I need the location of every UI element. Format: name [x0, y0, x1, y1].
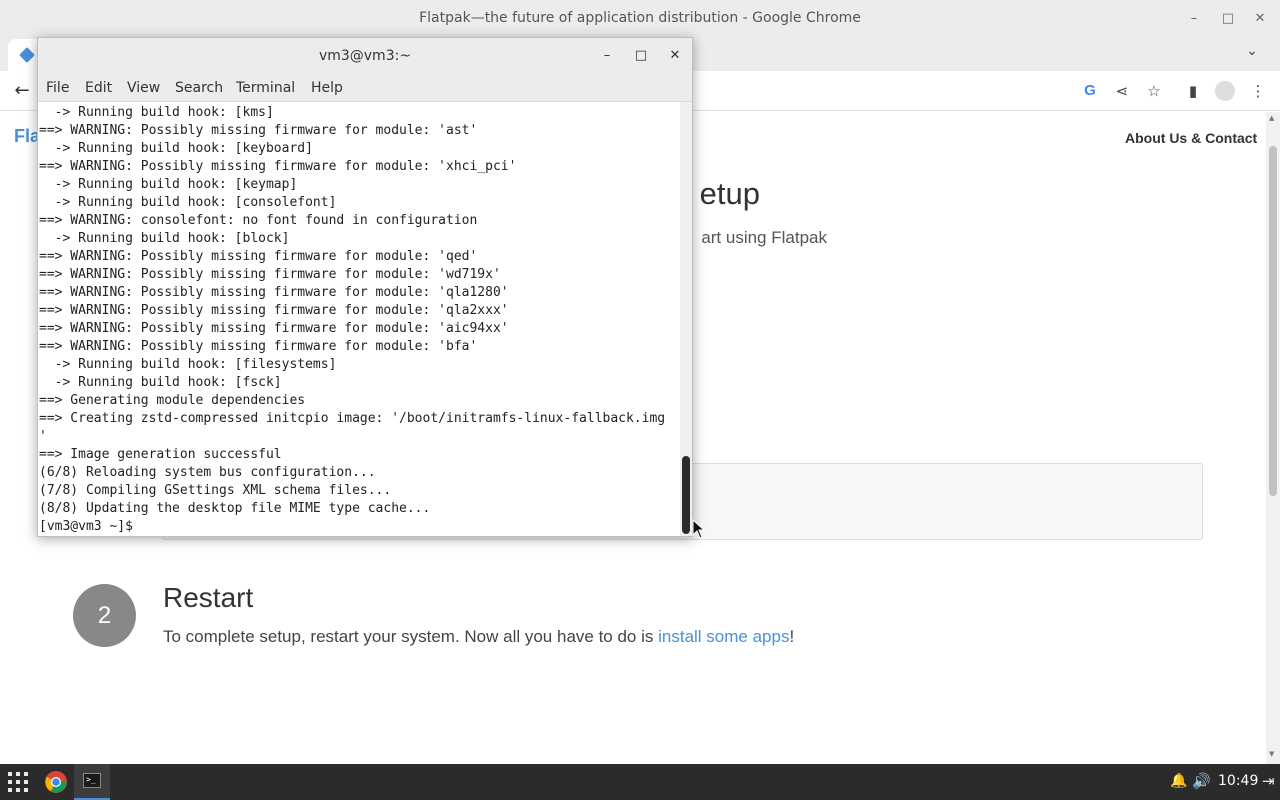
- google-lens-icon[interactable]: G: [1079, 80, 1101, 102]
- tab-list-chevron-icon[interactable]: ⌄: [1242, 43, 1262, 63]
- terminal-line: ==> WARNING: Possibly missing firmware f…: [39, 123, 478, 138]
- maximize-button[interactable]: □: [1217, 8, 1239, 30]
- menu-file[interactable]: File: [46, 80, 69, 96]
- nav-link-about-contact[interactable]: About Us & Contact: [1125, 130, 1257, 146]
- terminal-line: -> Running build hook: [kms]: [39, 105, 274, 120]
- clock[interactable]: 10:49: [1218, 773, 1258, 789]
- scroll-up-arrow-icon[interactable]: ▲: [1269, 114, 1274, 122]
- terminal-line: -> Running build hook: [consolefont]: [39, 195, 337, 210]
- terminal-line: (8/8) Updating the desktop file MIME typ…: [39, 501, 431, 516]
- back-arrow-icon[interactable]: ←: [10, 79, 34, 103]
- side-panel-icon[interactable]: ▮: [1182, 80, 1204, 102]
- chrome-menu-icon[interactable]: ⋮: [1247, 80, 1269, 102]
- taskbar: >_ 🔔 🔊 10:49 ⇥: [0, 764, 1280, 800]
- terminal-line: ==> WARNING: Possibly missing firmware f…: [39, 321, 509, 336]
- terminal-line: -> Running build hook: [keymap]: [39, 177, 298, 192]
- page-scrollbar[interactable]: ▲ ▼: [1266, 112, 1280, 764]
- menu-view[interactable]: View: [127, 80, 160, 96]
- terminal-scroll-thumb[interactable]: [682, 456, 690, 534]
- menu-terminal[interactable]: Terminal: [236, 80, 295, 96]
- bookmark-star-icon[interactable]: ☆: [1143, 80, 1165, 102]
- terminal-scrollbar[interactable]: [680, 102, 692, 536]
- terminal-titlebar[interactable]: vm3@vm3:~ – □ ✕: [38, 38, 692, 74]
- terminal-title: vm3@vm3:~: [318, 48, 412, 64]
- volume-icon[interactable]: 🔊: [1192, 772, 1211, 790]
- terminal-launcher-button[interactable]: >_: [74, 764, 110, 800]
- share-icon[interactable]: ⋖: [1111, 80, 1133, 102]
- menu-search[interactable]: Search: [175, 80, 223, 96]
- terminal-output[interactable]: -> Running build hook: [kms] ==> WARNING:…: [38, 102, 680, 536]
- close-button[interactable]: ✕: [1249, 8, 1271, 30]
- minimize-button[interactable]: –: [1183, 8, 1205, 30]
- menu-edit[interactable]: Edit: [85, 80, 112, 96]
- logout-icon[interactable]: ⇥: [1262, 772, 1275, 790]
- terminal-line: ==> WARNING: Possibly missing firmware f…: [39, 303, 509, 318]
- terminal-line: ==> Image generation successful: [39, 447, 282, 462]
- step-number-badge: 2: [73, 584, 136, 647]
- terminal-lines: -> Running build hook: [kms] ==> WARNING:…: [39, 104, 665, 536]
- terminal-menubar: File Edit View Search Terminal Help: [38, 74, 692, 102]
- terminal-line: -> Running build hook: [keyboard]: [39, 141, 313, 156]
- step-description: To complete setup, restart your system. …: [163, 627, 794, 647]
- terminal-line: (7/8) Compiling GSettings XML schema fil…: [39, 483, 392, 498]
- page-scroll-thumb[interactable]: [1269, 146, 1277, 496]
- terminal-icon: >_: [83, 773, 101, 788]
- flatpak-favicon-icon: [19, 47, 35, 63]
- terminal-maximize-button[interactable]: □: [630, 45, 652, 67]
- install-apps-link[interactable]: install some apps: [658, 627, 789, 646]
- terminal-minimize-button[interactable]: –: [596, 45, 618, 67]
- terminal-close-button[interactable]: ✕: [664, 45, 686, 67]
- app-grid-icon[interactable]: [8, 772, 28, 792]
- terminal-line: ==> WARNING: consolefont: no font found …: [39, 213, 478, 228]
- menu-help[interactable]: Help: [311, 80, 343, 96]
- chrome-window-title: Flatpak—the future of application distri…: [419, 10, 861, 26]
- step-title: Restart: [163, 582, 254, 613]
- terminal-line: ==> WARNING: Possibly missing firmware f…: [39, 267, 501, 282]
- terminal-line: ==> WARNING: Possibly missing firmware f…: [39, 285, 509, 300]
- scroll-down-arrow-icon[interactable]: ▼: [1269, 750, 1274, 758]
- terminal-line: ==> WARNING: Possibly missing firmware f…: [39, 159, 517, 174]
- terminal-line: -> Running build hook: [fsck]: [39, 375, 282, 390]
- terminal-line: ==> WARNING: Possibly missing firmware f…: [39, 339, 478, 354]
- terminal-line: ': [39, 429, 47, 444]
- terminal-line: -> Running build hook: [filesystems]: [39, 357, 337, 372]
- step-text-after: !: [789, 627, 795, 646]
- profile-avatar-icon[interactable]: [1214, 80, 1236, 102]
- chrome-titlebar: Flatpak—the future of application distri…: [0, 0, 1280, 37]
- chrome-icon[interactable]: [44, 770, 68, 794]
- terminal-line: [vm3@vm3 ~]$: [39, 519, 141, 534]
- terminal-line: (6/8) Reloading system bus configuration…: [39, 465, 376, 480]
- terminal-line: ==> WARNING: Possibly missing firmware f…: [39, 249, 478, 264]
- terminal-window: vm3@vm3:~ – □ ✕ File Edit View Search Te…: [37, 37, 693, 537]
- terminal-line: ==> Generating module dependencies: [39, 393, 306, 408]
- terminal-line: -> Running build hook: [block]: [39, 231, 290, 246]
- step-text-before: To complete setup, restart your system. …: [163, 627, 659, 646]
- notification-bell-icon[interactable]: 🔔: [1170, 773, 1187, 789]
- terminal-line: ==> Creating zstd-compressed initcpio im…: [39, 411, 666, 426]
